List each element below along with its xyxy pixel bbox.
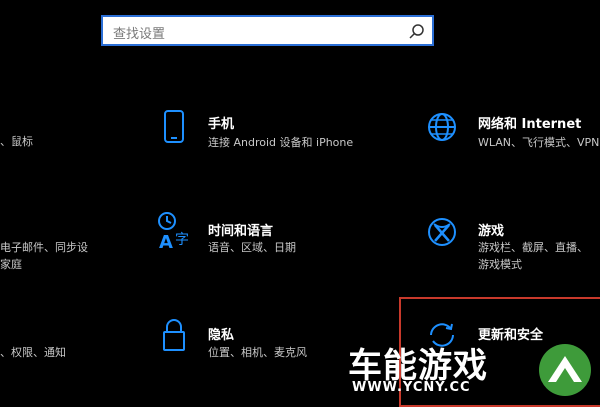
search-icon[interactable] [408,23,426,41]
watermark-logo-icon [534,342,596,402]
tile-title: 游戏 [478,224,505,239]
left-tile-sub-1: 、鼠标 [0,135,33,148]
tile-title: 时间和语言 [208,224,274,239]
time-language-icon: A 字 [155,210,195,252]
tile-subtitle: 语音、区域、日期 [208,241,296,254]
tile-title: 网络和 Internet [478,117,582,132]
left-tile-sub-2: 电子邮件、同步设 [0,241,88,254]
tile-phone[interactable]: 手机 连接 Android 设备和 iPhone [155,105,385,155]
tile-subtitle: 连接 Android 设备和 iPhone [208,136,354,149]
left-tile-sub-3: 、权限、通知 [0,346,66,359]
watermark-url: WWW.YCNY.CC [352,380,471,395]
search-placeholder: 查找设置 [113,27,166,42]
tile-title: 隐私 [208,328,235,343]
tile-time-language[interactable]: A 字 时间和语言 语音、区域、日期 [155,210,385,260]
svg-text:A: A [159,232,173,252]
tile-network[interactable]: 网络和 Internet WLAN、飞行模式、VPN [422,105,600,155]
svg-text:字: 字 [175,232,189,248]
left-tile-sub-2b: 家庭 [0,258,22,271]
globe-icon [426,111,458,143]
tile-title: 手机 [208,117,235,132]
lock-icon [161,317,187,353]
tile-subtitle: WLAN、飞行模式、VPN [478,136,600,149]
tile-subtitle: 游戏栏、截屏、直播、 [478,241,588,254]
search-field[interactable]: 查找设置 [101,15,434,46]
phone-icon [161,109,187,145]
watermark: 车能游戏 WWW.YCNY.CC [348,338,600,399]
tile-subtitle: 位置、相机、麦克风 [208,346,307,359]
xbox-icon [426,216,458,248]
tile-subtitle-line2: 游戏模式 [478,258,522,271]
tile-gaming[interactable]: 游戏 游戏栏、截屏、直播、 游戏模式 [422,210,600,276]
